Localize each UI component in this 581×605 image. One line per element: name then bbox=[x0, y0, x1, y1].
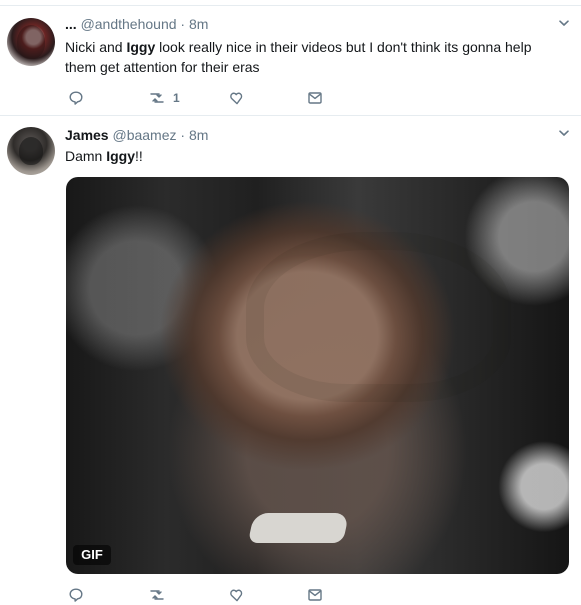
like-button[interactable] bbox=[229, 88, 245, 108]
tweet-actions: 1 bbox=[65, 88, 365, 108]
retweet-button[interactable] bbox=[147, 585, 173, 605]
avatar-figure bbox=[17, 25, 45, 59]
tweet-text-part: !! bbox=[135, 148, 143, 164]
tweet-text-part: Damn bbox=[65, 148, 107, 164]
direct-message-button[interactable] bbox=[307, 88, 323, 108]
heart-icon bbox=[229, 90, 245, 106]
user-handle[interactable]: @andthehound bbox=[81, 16, 177, 32]
tweet-header: James @baamez · 8m bbox=[65, 127, 208, 144]
reply-icon bbox=[68, 587, 84, 603]
timestamp[interactable]: 8m bbox=[189, 127, 208, 143]
timestamp[interactable]: 8m bbox=[189, 16, 208, 32]
display-name[interactable]: ... bbox=[65, 16, 77, 32]
avatar-figure bbox=[19, 137, 43, 165]
tweet-card[interactable]: James @baamez · 8m Damn Iggy!! GIF bbox=[0, 116, 581, 602]
display-name[interactable]: James bbox=[65, 127, 109, 143]
gif-badge: GIF bbox=[73, 545, 111, 565]
header-separator: · bbox=[180, 127, 186, 143]
like-button[interactable] bbox=[229, 585, 245, 605]
avatar[interactable] bbox=[7, 127, 55, 175]
highlighted-word: Iggy bbox=[106, 148, 136, 164]
tweet-header: ... @andthehound · 8m bbox=[65, 16, 208, 33]
direct-message-button[interactable] bbox=[307, 585, 323, 605]
envelope-icon bbox=[307, 90, 323, 106]
heart-icon bbox=[229, 587, 245, 603]
user-handle[interactable]: @baamez bbox=[112, 127, 176, 143]
reply-icon bbox=[68, 90, 84, 106]
retweet-icon bbox=[147, 90, 167, 106]
avatar[interactable] bbox=[7, 18, 55, 66]
highlighted-word: Iggy bbox=[126, 39, 156, 55]
tweet-card[interactable]: ... @andthehound · 8m Nicki and Iggy loo… bbox=[0, 6, 581, 116]
tweet-text: Nicki and Iggy look really nice in their… bbox=[65, 37, 555, 77]
retweet-count: 1 bbox=[173, 91, 180, 105]
chevron-down-icon[interactable] bbox=[558, 16, 570, 28]
reply-button[interactable] bbox=[68, 585, 84, 605]
tweet-actions bbox=[65, 585, 365, 605]
tweet-text: Damn Iggy!! bbox=[65, 146, 555, 166]
gif-media[interactable]: GIF bbox=[66, 177, 569, 574]
reply-button[interactable] bbox=[68, 88, 84, 108]
tweet-text-part: Nicki and bbox=[65, 39, 127, 55]
retweet-button[interactable]: 1 bbox=[147, 88, 180, 108]
retweet-icon bbox=[147, 587, 167, 603]
header-separator: · bbox=[180, 16, 186, 32]
envelope-icon bbox=[307, 587, 323, 603]
chevron-down-icon[interactable] bbox=[558, 126, 570, 138]
